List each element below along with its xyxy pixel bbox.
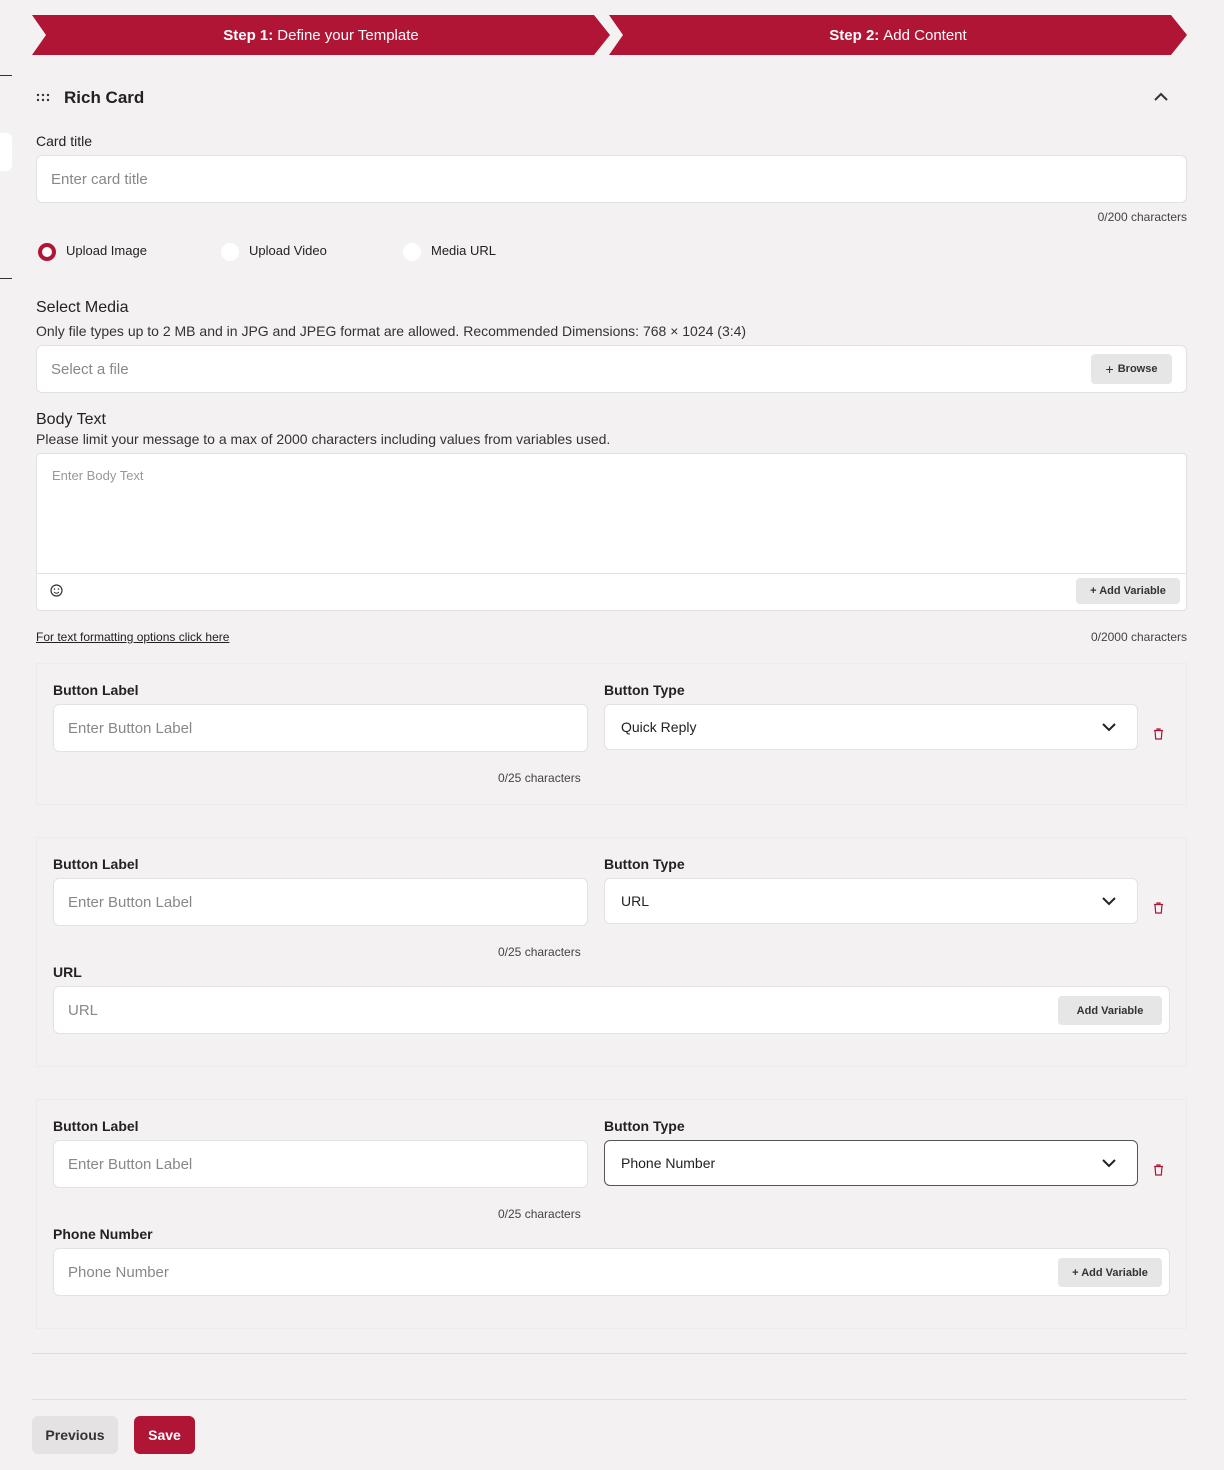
file-select-placeholder: Select a file bbox=[51, 360, 129, 378]
body-add-variable-button[interactable]: + Add Variable bbox=[1076, 578, 1180, 604]
body-text-counter: 0/2000 characters bbox=[1090, 630, 1187, 644]
file-select-input[interactable]: Select a file bbox=[36, 345, 1187, 393]
card-title-placeholder: Enter card title bbox=[51, 170, 148, 188]
previous-button[interactable]: Previous bbox=[32, 1416, 118, 1454]
radio-upload-image[interactable] bbox=[38, 243, 56, 261]
button-3-label-placeholder: Enter Button Label bbox=[68, 1155, 193, 1173]
trash-icon[interactable] bbox=[1153, 1164, 1164, 1176]
drag-handle-icon[interactable] bbox=[36, 93, 52, 103]
phone-number-input[interactable]: Phone Number bbox=[53, 1248, 1170, 1296]
button-3-type-select[interactable]: Phone Number bbox=[604, 1140, 1138, 1186]
left-edge-divider bbox=[0, 75, 12, 76]
url-field-title: URL bbox=[53, 964, 82, 980]
button-1-type-select[interactable]: Quick Reply bbox=[604, 704, 1138, 750]
url-add-variable-button[interactable]: Add Variable bbox=[1058, 996, 1162, 1025]
button-2-label-placeholder: Enter Button Label bbox=[68, 893, 193, 911]
body-text-help: Please limit your message to a max of 20… bbox=[36, 431, 611, 447]
button-2-type-title: Button Type bbox=[604, 856, 685, 872]
trash-icon[interactable] bbox=[1153, 728, 1164, 740]
editor-toolbar-divider bbox=[37, 573, 1186, 574]
chevron-down-icon bbox=[1102, 897, 1116, 906]
button-3-label-title: Button Label bbox=[53, 1118, 139, 1134]
button-1-type-value: Quick Reply bbox=[621, 719, 697, 735]
phone-number-placeholder: Phone Number bbox=[68, 1263, 169, 1281]
card-title-label: Card title bbox=[36, 133, 93, 149]
rich-card-title: Rich Card bbox=[64, 88, 145, 107]
button-2-label-title: Button Label bbox=[53, 856, 139, 872]
button-2-counter: 0/25 characters bbox=[498, 945, 581, 959]
browse-button[interactable]: + Browse bbox=[1091, 354, 1172, 384]
body-text-editor: Enter Body Text + Add Variable bbox=[36, 453, 1187, 611]
button-2-type-select[interactable]: URL bbox=[604, 878, 1138, 924]
step-1-label: Define your Template bbox=[277, 26, 419, 44]
step-2-label: Add Content bbox=[883, 26, 967, 44]
section-divider bbox=[32, 1353, 1187, 1354]
body-text-title: Body Text bbox=[36, 411, 106, 428]
text-formatting-link[interactable]: For text formatting options click here bbox=[36, 630, 229, 644]
button-3-counter: 0/25 characters bbox=[498, 1207, 581, 1221]
card-title-input[interactable]: Enter card title bbox=[36, 155, 1187, 203]
button-1-type-title: Button Type bbox=[604, 682, 685, 698]
button-3-type-title: Button Type bbox=[604, 1118, 685, 1134]
save-button[interactable]: Save bbox=[134, 1416, 195, 1454]
left-edge-tab bbox=[0, 133, 12, 171]
body-text-placeholder[interactable]: Enter Body Text bbox=[52, 468, 144, 483]
button-1-counter: 0/25 characters bbox=[498, 771, 581, 785]
emoji-icon[interactable] bbox=[50, 584, 63, 597]
phone-field-title: Phone Number bbox=[53, 1226, 153, 1242]
button-1-label-title: Button Label bbox=[53, 682, 139, 698]
select-media-help: Only file types up to 2 MB and in JPG an… bbox=[36, 323, 747, 339]
url-placeholder: URL bbox=[68, 1001, 99, 1019]
radio-media-url-label: Media URL bbox=[431, 243, 497, 258]
step-2-add-content[interactable]: Step 2: Add Content bbox=[609, 15, 1187, 55]
plus-icon: + bbox=[1105, 361, 1114, 377]
trash-icon[interactable] bbox=[1153, 902, 1164, 914]
card-title-counter: 0/200 characters bbox=[1097, 210, 1187, 224]
chevron-up-icon[interactable] bbox=[1153, 90, 1169, 104]
select-media-title: Select Media bbox=[36, 299, 129, 316]
url-input[interactable]: URL bbox=[53, 986, 1170, 1034]
radio-media-url[interactable] bbox=[403, 243, 421, 261]
button-3-type-value: Phone Number bbox=[621, 1155, 716, 1171]
step-1-prefix: Step 1: bbox=[223, 26, 274, 44]
step-1-define-template[interactable]: Step 1: Define your Template bbox=[32, 15, 610, 55]
button-1-label-placeholder: Enter Button Label bbox=[68, 719, 193, 737]
button-2-type-value: URL bbox=[621, 893, 650, 909]
chevron-down-icon bbox=[1102, 1159, 1116, 1168]
radio-upload-video-label: Upload Video bbox=[249, 243, 327, 258]
step-2-prefix: Step 2: bbox=[829, 26, 880, 44]
left-edge-divider bbox=[0, 278, 12, 279]
browse-label: Browse bbox=[1117, 363, 1158, 375]
phone-add-variable-button[interactable]: + Add Variable bbox=[1058, 1258, 1162, 1287]
chevron-down-icon bbox=[1102, 723, 1116, 732]
button-3-label-input[interactable]: Enter Button Label bbox=[53, 1140, 588, 1188]
radio-upload-video[interactable] bbox=[221, 243, 239, 261]
footer-divider bbox=[32, 1399, 1187, 1400]
button-1-label-input[interactable]: Enter Button Label bbox=[53, 704, 588, 752]
button-2-label-input[interactable]: Enter Button Label bbox=[53, 878, 588, 926]
radio-upload-image-label: Upload Image bbox=[66, 243, 147, 258]
